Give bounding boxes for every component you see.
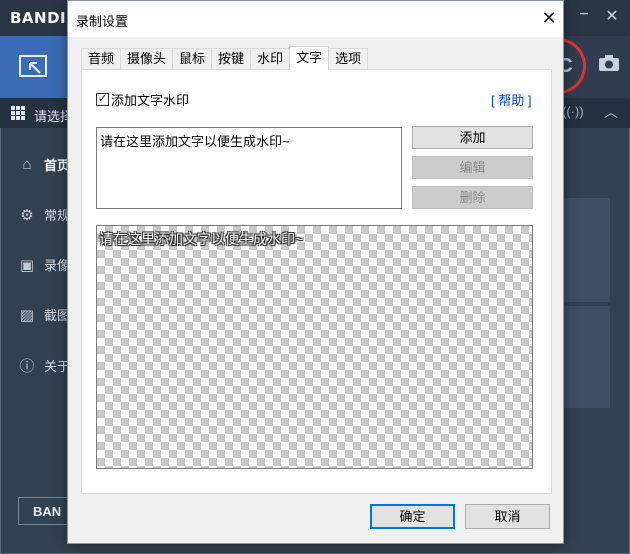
close-icon[interactable]: ✕ [538, 7, 560, 29]
ok-button[interactable]: 确定 [370, 504, 455, 529]
sidebar-item-video[interactable]: ▣ 录像 [18, 255, 70, 274]
add-text-watermark-label: 添加文字水印 [111, 93, 190, 108]
help-link[interactable]: [ 帮助 ] [491, 90, 531, 109]
tab-audio[interactable]: 音频 [81, 48, 122, 69]
home-icon: ⌂ [22, 156, 32, 173]
background-panel [556, 306, 610, 408]
list-item[interactable]: 请在这里添加文字以便生成水印~ [100, 131, 398, 150]
bandicam-promo-button[interactable]: BAN [18, 497, 74, 525]
grid-icon [11, 106, 25, 120]
tab-watermark[interactable]: 水印 [250, 48, 291, 69]
tab-mouse[interactable]: 鼠标 [172, 48, 213, 69]
add-text-watermark-row[interactable]: ✓ 添加文字水印 [96, 90, 189, 109]
image-icon: ▨ [19, 306, 35, 324]
tab-webcam[interactable]: 摄像头 [120, 48, 174, 69]
add-button[interactable]: 添加 [412, 126, 533, 149]
tab-options[interactable]: 选项 [328, 48, 369, 69]
close-icon[interactable]: ✕ [600, 6, 624, 26]
edit-button[interactable]: 编辑 [412, 156, 533, 179]
cancel-button[interactable]: 取消 [465, 504, 550, 529]
sidebar-item-home[interactable]: ⌂ 首页 [18, 155, 70, 174]
tab-keys[interactable]: 按键 [211, 48, 252, 69]
tab-text[interactable]: 文字 [289, 46, 330, 70]
info-icon: ⓘ [19, 358, 35, 375]
watermark-preview: 请在这里添加文字以便生成水印~ [96, 225, 533, 469]
screen-select-icon [19, 55, 47, 77]
sidebar-item-screenshot[interactable]: ▨ 截图 [18, 305, 70, 324]
background-panel [556, 198, 610, 302]
dialog-title: 录制设置 [76, 14, 129, 29]
watermark-text-list[interactable]: 请在这里添加文字以便生成水印~ [96, 127, 402, 209]
minimize-icon[interactable]: − [572, 6, 596, 24]
settings-tabs: 音频 摄像头 鼠标 按键 水印 文字 选项 [81, 46, 369, 70]
gear-icon: ⚙ [20, 206, 34, 224]
video-icon: ▣ [19, 256, 35, 274]
screen-mode-button[interactable] [0, 36, 68, 98]
audio-wave-icon[interactable]: ((·)) [562, 104, 584, 119]
sidebar-item-general[interactable]: ⚙ 常规 [18, 205, 70, 224]
delete-button[interactable]: 删除 [412, 186, 533, 209]
text-tab-panel: ✓ 添加文字水印 [ 帮助 ] 请在这里添加文字以便生成水印~ 添加 编辑 删除… [81, 69, 552, 494]
sidebar-item-about[interactable]: ⓘ 关于 [18, 355, 70, 376]
preview-watermark-text[interactable]: 请在这里添加文字以便生成水印~ [99, 229, 303, 249]
chevron-up-icon[interactable]: ︿ [604, 102, 618, 122]
add-text-watermark-checkbox[interactable]: ✓ [96, 93, 109, 106]
recording-settings-dialog: 录制设置 ✕ 音频 摄像头 鼠标 按键 水印 文字 选项 ✓ 添加文字水印 [ … [67, 0, 564, 544]
dialog-titlebar: 录制设置 ✕ [68, 1, 563, 37]
camera-icon[interactable] [598, 54, 620, 78]
